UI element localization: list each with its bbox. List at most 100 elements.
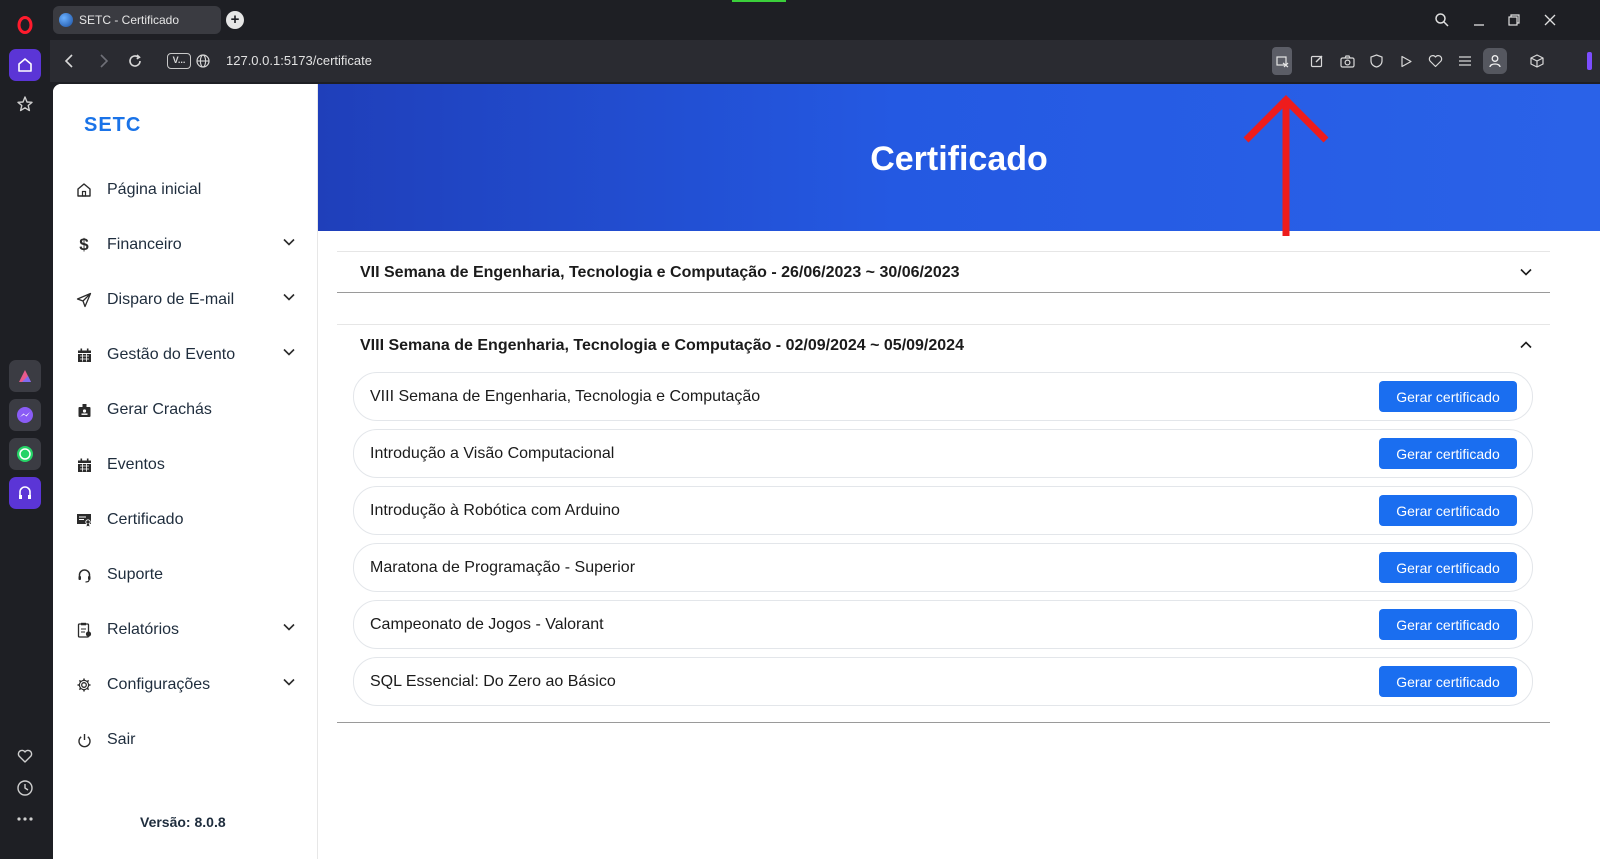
activity-row: Introdução à Robótica com Arduino Gerar … (353, 486, 1533, 535)
history-icon[interactable] (9, 772, 41, 804)
chevron-down-icon (283, 623, 295, 631)
chevron-down-icon (283, 293, 295, 301)
cube-icon[interactable] (1526, 50, 1548, 72)
restore-icon[interactable] (1502, 8, 1526, 32)
whatsapp-icon[interactable] (9, 438, 41, 470)
browser-sidebar (0, 0, 50, 859)
address-bar: V... 127.0.0.1:5173/certificate (50, 40, 1600, 82)
browser-window: SETC - Certificado + V... 127.0.0.1:5173… (0, 0, 1600, 859)
heart-icon[interactable] (9, 740, 41, 772)
home-icon (75, 181, 93, 199)
divider (337, 292, 1550, 293)
workspace-badge[interactable]: V... (167, 53, 191, 69)
shield-icon[interactable] (1365, 50, 1387, 72)
opera-logo-icon[interactable] (9, 9, 41, 41)
profile-icon[interactable] (1483, 48, 1507, 74)
close-window-icon[interactable] (1538, 8, 1562, 32)
chevron-up-icon[interactable] (1520, 341, 1532, 349)
sidebar-item-pagina-inicial[interactable]: Página inicial (75, 175, 295, 205)
generate-certificate-button[interactable]: Gerar certificado (1379, 609, 1517, 640)
reload-button[interactable] (124, 50, 146, 72)
back-button[interactable] (58, 50, 80, 72)
forward-button[interactable] (93, 50, 115, 72)
sync-indicator (732, 0, 786, 2)
dollar-icon: $ (79, 235, 89, 254)
event-accordion[interactable]: VII Semana de Engenharia, Tecnologia e C… (337, 251, 1550, 292)
gear-icon (75, 676, 93, 694)
main-content: Certificado VII Semana de Engenharia, Te… (318, 84, 1600, 859)
annotation-arrow (1243, 95, 1329, 236)
sidebar-item-label: Gestão do Evento (107, 346, 236, 363)
badge-icon (75, 401, 93, 419)
generate-certificate-button[interactable]: Gerar certificado (1379, 495, 1517, 526)
activity-name: Introdução à Robótica com Arduino (370, 502, 620, 519)
report-icon (75, 621, 93, 639)
player-icon[interactable] (1395, 50, 1417, 72)
extensions-icon[interactable] (1272, 47, 1292, 75)
sidebar-item-label: Certificado (107, 511, 184, 528)
generate-certificate-button[interactable]: Gerar certificado (1379, 552, 1517, 583)
chevron-down-icon (283, 238, 295, 246)
event-header[interactable]: VII Semana de Engenharia, Tecnologia e C… (360, 264, 960, 282)
search-tabs-icon[interactable] (1430, 8, 1454, 32)
activity-row: Introdução a Visão Computacional Gerar c… (353, 429, 1533, 478)
calendar-icon (75, 346, 93, 364)
web-page: SETC Página inicial $ Financeiro Disparo… (53, 84, 1600, 859)
messenger-icon[interactable] (9, 399, 41, 431)
activity-row: Maratona de Programação - Superior Gerar… (353, 543, 1533, 592)
app-sidebar: SETC Página inicial $ Financeiro Disparo… (53, 84, 318, 859)
sidebar-item-certificado[interactable]: Certificado (75, 505, 295, 535)
sidebar-item-label: Relatórios (107, 621, 180, 638)
sidebar-item-sair[interactable]: Sair (75, 725, 295, 755)
brand-logo[interactable]: SETC (84, 114, 141, 137)
snapshot-edit-icon[interactable] (1306, 50, 1328, 72)
chevron-down-icon[interactable] (1520, 268, 1532, 276)
globe-icon[interactable] (192, 50, 214, 72)
sidebar-toggle[interactable] (1587, 52, 1592, 70)
minimize-icon[interactable] (1467, 8, 1491, 32)
home-icon[interactable] (9, 49, 41, 81)
heart-icon[interactable] (1424, 50, 1446, 72)
music-icon[interactable] (9, 477, 41, 509)
sidebar-item-label: Gerar Crachás (107, 401, 212, 418)
more-icon[interactable] (9, 803, 41, 835)
easy-setup-icon[interactable] (1454, 50, 1476, 72)
activity-name: Maratona de Programação - Superior (370, 559, 636, 576)
tab-bar: SETC - Certificado + (50, 0, 1600, 40)
sidebar-item-gerar-crachas[interactable]: Gerar Crachás (75, 395, 295, 425)
sidebar-item-label: Configurações (107, 676, 211, 693)
tab-title: SETC - Certificado (79, 13, 180, 27)
camera-icon[interactable] (1336, 50, 1358, 72)
browser-tab[interactable]: SETC - Certificado (53, 6, 221, 34)
new-tab-button[interactable]: + (226, 11, 244, 29)
activity-name: VIII Semana de Engenharia, Tecnologia e … (370, 388, 761, 405)
sidebar-item-label: Página inicial (107, 181, 202, 198)
activity-row: VIII Semana de Engenharia, Tecnologia e … (353, 372, 1533, 421)
sidebar-item-suporte[interactable]: Suporte (75, 560, 295, 590)
certificate-icon (75, 511, 93, 529)
sidebar-item-configuracoes[interactable]: Configurações (75, 670, 295, 700)
send-icon (75, 291, 93, 309)
url-field[interactable]: 127.0.0.1:5173/certificate (226, 53, 372, 68)
sidebar-item-label: Eventos (107, 456, 165, 473)
version-label: Versão: 8.0.8 (140, 814, 226, 830)
activity-name: SQL Essencial: Do Zero ao Básico (370, 673, 616, 690)
sidebar-item-label: Financeiro (107, 236, 182, 253)
chevron-down-icon (283, 348, 295, 356)
page-title: Certificado (870, 140, 1048, 178)
sidebar-item-disparo-email[interactable]: Disparo de E-mail (75, 285, 295, 315)
generate-certificate-button[interactable]: Gerar certificado (1379, 381, 1517, 412)
aria-icon[interactable] (9, 360, 41, 392)
star-icon[interactable] (9, 88, 41, 120)
sidebar-item-relatorios[interactable]: Relatórios (75, 615, 295, 645)
sidebar-item-eventos[interactable]: Eventos (75, 450, 295, 480)
activity-name: Introdução a Visão Computacional (370, 445, 615, 462)
event-header[interactable]: VIII Semana de Engenharia, Tecnologia e … (360, 337, 964, 355)
sidebar-item-gestao-evento[interactable]: Gestão do Evento (75, 340, 295, 370)
generate-certificate-button[interactable]: Gerar certificado (1379, 666, 1517, 697)
sidebar-item-financeiro[interactable]: $ Financeiro (75, 230, 295, 260)
chevron-down-icon (283, 678, 295, 686)
sidebar-item-label: Disparo de E-mail (107, 291, 235, 308)
generate-certificate-button[interactable]: Gerar certificado (1379, 438, 1517, 469)
activity-name: Campeonato de Jogos - Valorant (370, 616, 604, 633)
